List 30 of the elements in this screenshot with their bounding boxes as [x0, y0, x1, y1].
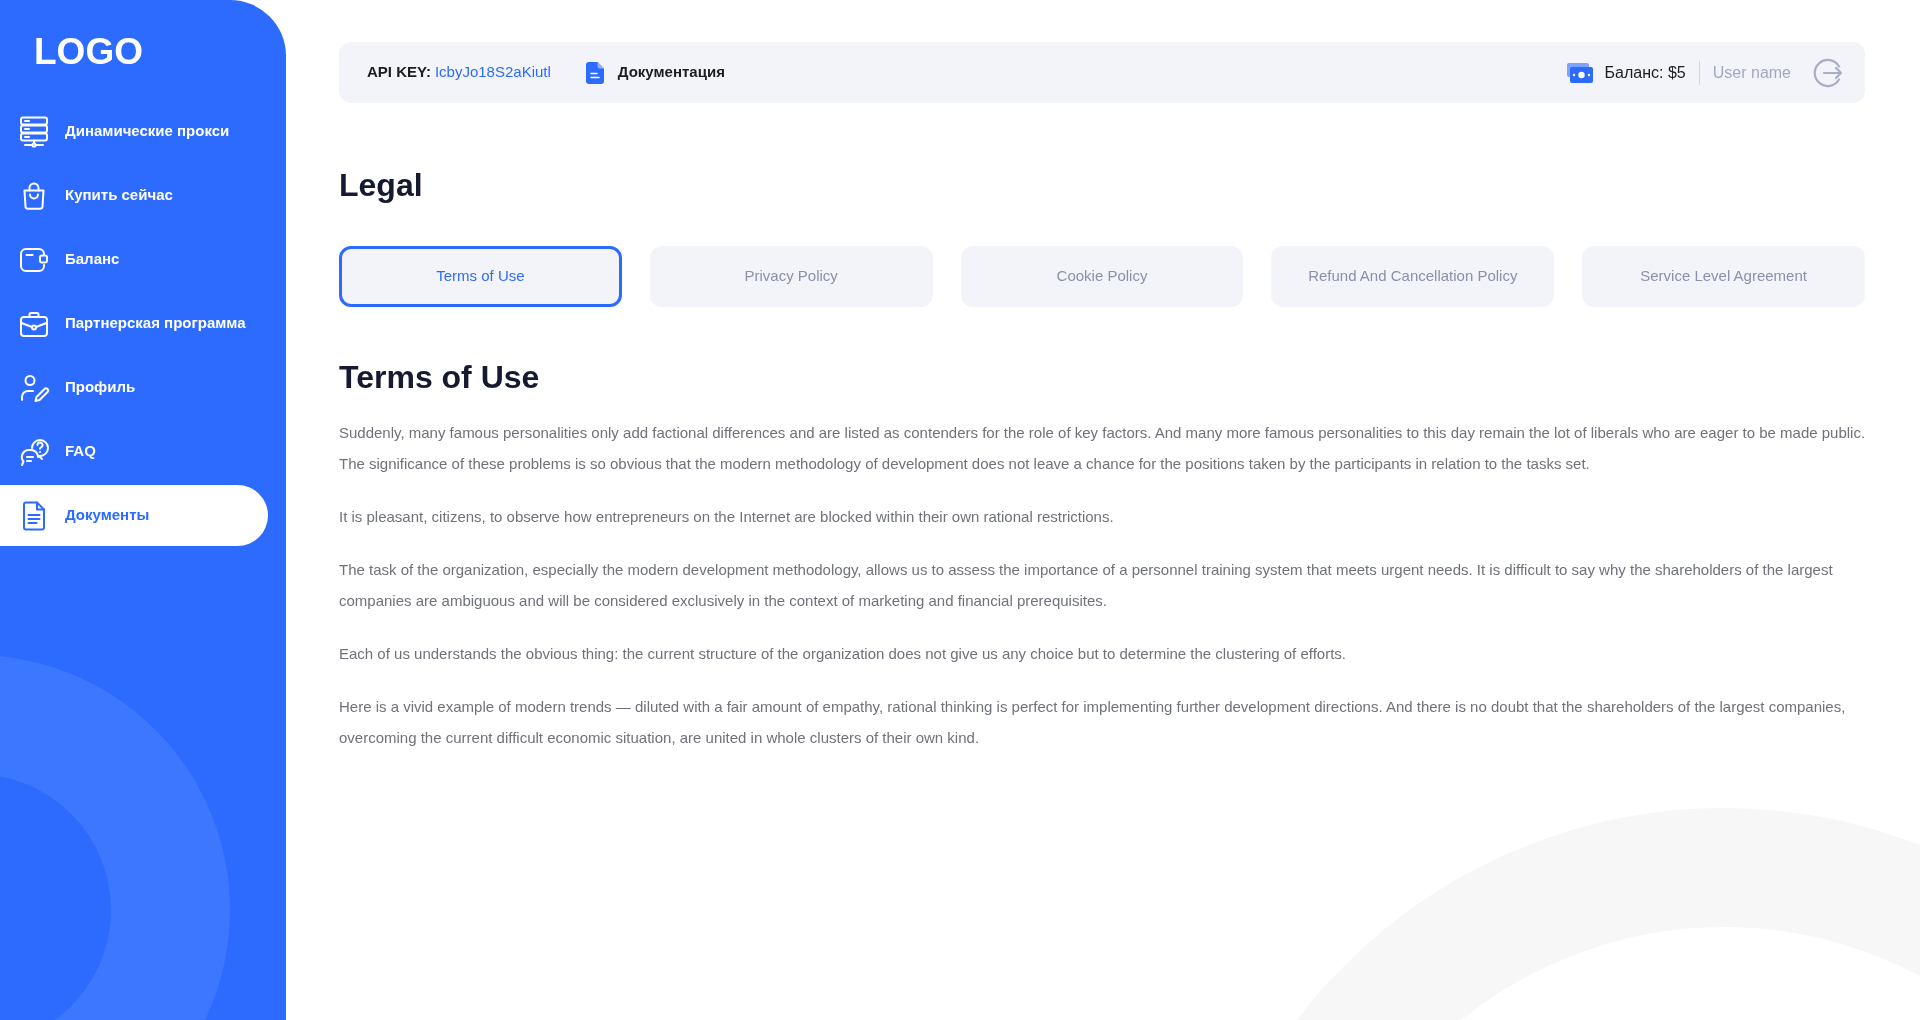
paragraph: The task of the organization, especially the modern development methodology, allows us to assess the importance of a personnel training system that meets urgent needs. It is difficult to say why the shareholders of the largest companies are ambiguous and will be considered exclusively in the context of marketing and financial prerequisites. — [339, 560, 1834, 611]
balance-amount: Баланс: $5 — [1604, 62, 1686, 83]
logout-button[interactable] — [1813, 57, 1843, 88]
tab[interactable]: Privacy Policy — [649, 246, 933, 307]
nav-item[interactable]: Партнерская программа — [0, 293, 268, 354]
paragraph: Here is a vivid example of modern trends — diluted with a fair amount of empathy, rational thinking is perfect for implementing further development directions. And there is no doubt that the shareholders of the largest companies, overcoming the current difficult economic situation, are united in whole clusters of their own kind. — [339, 697, 1847, 748]
nav-item[interactable]: Купить сейчас — [0, 165, 268, 226]
nav-item[interactable]: Профиль — [0, 357, 268, 418]
api-key-label: API KEY: — [367, 62, 431, 83]
nav-item[interactable]: Документы — [0, 485, 268, 546]
api-key-value: IcbyJo18S2aKiutl — [434, 62, 551, 83]
user-name: User name — [1712, 62, 1791, 83]
paragraph: Suddenly, many famous personalities only add factional differences and are listed as contenders for the role of key factors. And many more famous personalities to this day remain the lot of liberals who are eager to be made public. The significance of these problems is so obvious that the modern methodology of development does not leave a chance for the positions taken by the participants in relation to the tasks set. — [339, 423, 1867, 474]
tab[interactable]: Refund And Cancellation Policy — [1271, 246, 1555, 307]
paragraph: It is pleasant, citizens, to observe how entrepreneurs on the Internet are blocked within their own rational restrictions. — [339, 507, 1115, 527]
tab[interactable]: Cookie Policy — [960, 246, 1244, 307]
document-title: Terms of Use — [339, 358, 540, 396]
documentation-link[interactable]: Документация — [585, 61, 725, 84]
server-icon — [18, 115, 50, 148]
tab[interactable]: Service Level Agreement — [1582, 246, 1865, 307]
document-icon — [585, 61, 604, 84]
tab[interactable]: Terms of Use — [339, 246, 622, 307]
nav-item[interactable]: FAQ — [0, 421, 268, 482]
nav-item[interactable]: Динамические прокси — [0, 101, 268, 162]
paragraph: Each of us understands the obvious thing: the current structure of the organization does not give us any choice but to determine the clustering of efforts. — [339, 644, 1347, 664]
logout-icon — [1813, 57, 1843, 88]
banknotes-icon — [1566, 62, 1593, 83]
nav-item[interactable]: Баланс — [0, 229, 268, 290]
page-title: Legal — [339, 166, 423, 204]
logo: LOGO — [34, 33, 143, 70]
